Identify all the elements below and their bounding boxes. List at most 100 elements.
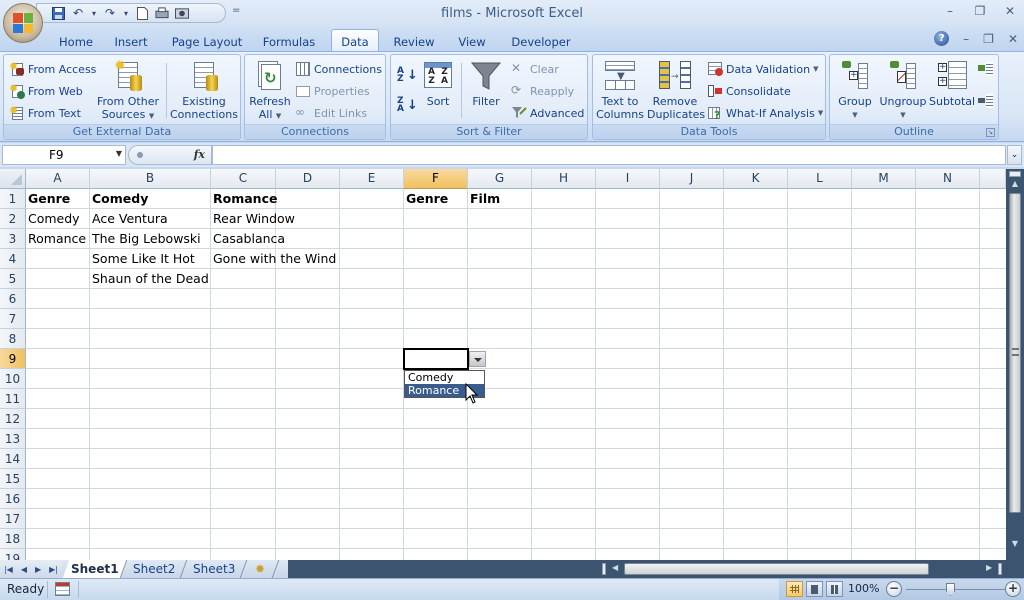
- scroll-up-icon[interactable]: ▲: [1008, 179, 1022, 191]
- sheet-tab-sheet1[interactable]: Sheet1: [62, 560, 128, 578]
- properties-button[interactable]: Properties: [295, 81, 370, 101]
- row-header-12[interactable]: 12: [0, 409, 26, 429]
- zoom-slider-track[interactable]: [906, 589, 1006, 590]
- cell-a2[interactable]: Comedy: [26, 209, 80, 229]
- previous-sheet-icon[interactable]: ◀: [21, 565, 27, 574]
- row-header-8[interactable]: 8: [0, 329, 26, 349]
- cell-b5[interactable]: Shaun of the Dead: [90, 269, 209, 289]
- refresh-all-button[interactable]: ↻ Refresh All ▼: [249, 59, 291, 122]
- record-macro-icon[interactable]: [55, 582, 70, 596]
- row-header-15[interactable]: 15: [0, 469, 26, 489]
- validation-dropdown-button[interactable]: [469, 351, 486, 367]
- cell-b4[interactable]: Some Like It Hot: [90, 249, 195, 269]
- column-header-a[interactable]: A: [26, 169, 90, 189]
- scroll-left-icon[interactable]: ◀: [612, 563, 618, 572]
- row-header-4[interactable]: 4: [0, 249, 26, 269]
- page-break-preview-button[interactable]: [826, 581, 843, 597]
- show-detail-button[interactable]: [978, 59, 994, 79]
- vertical-scroll-thumb[interactable]: [1009, 193, 1021, 513]
- sort-z-to-a-button[interactable]: Z A ↓: [397, 95, 418, 115]
- tab-page-layout[interactable]: Page Layout: [166, 32, 248, 52]
- row-header-11[interactable]: 11: [0, 389, 26, 409]
- row-header-3[interactable]: 3: [0, 229, 26, 249]
- cell-f1[interactable]: Genre: [404, 189, 448, 209]
- tab-developer[interactable]: Developer: [504, 32, 578, 52]
- page-layout-view-button[interactable]: [806, 581, 823, 597]
- restore-button[interactable]: ❐: [972, 4, 988, 18]
- column-header-k[interactable]: K: [724, 169, 788, 189]
- active-cell[interactable]: [403, 348, 469, 370]
- sheet-tab-sheet3[interactable]: Sheet3: [182, 560, 248, 578]
- row-header-13[interactable]: 13: [0, 429, 26, 449]
- sort-button[interactable]: AZZA Sort: [421, 59, 455, 109]
- row-header-1[interactable]: 1: [0, 189, 26, 209]
- column-header-c[interactable]: C: [211, 169, 276, 189]
- tab-review[interactable]: Review: [388, 32, 440, 52]
- column-header-g[interactable]: G: [468, 169, 532, 189]
- consolidate-button[interactable]: Consolidate: [707, 81, 791, 101]
- column-header-f[interactable]: F: [404, 169, 468, 189]
- help-icon[interactable]: ?: [934, 31, 950, 46]
- cell-b2[interactable]: Ace Ventura: [90, 209, 168, 229]
- normal-view-button[interactable]: [786, 581, 803, 597]
- sheet-tab-sheet2[interactable]: Sheet2: [122, 560, 188, 578]
- row-header-14[interactable]: 14: [0, 449, 26, 469]
- chevron-down-icon[interactable]: ▼: [116, 149, 122, 158]
- scroll-right-icon[interactable]: ▶: [986, 563, 992, 572]
- filter-button[interactable]: Filter: [467, 59, 505, 109]
- what-if-analysis-button[interactable]: ? What-If Analysis ▼: [707, 103, 823, 123]
- horizontal-scrollbar[interactable]: ◀ ▶: [598, 562, 1006, 576]
- dialog-launcher-icon[interactable]: ↘: [986, 128, 995, 137]
- row-header-10[interactable]: 10: [0, 369, 26, 389]
- resize-handle-icon[interactable]: [137, 152, 143, 158]
- data-validation-button[interactable]: Data Validation ▼: [707, 59, 818, 79]
- tab-data[interactable]: Data: [331, 29, 379, 53]
- column-header-i[interactable]: I: [596, 169, 660, 189]
- row-header-19[interactable]: 19: [0, 549, 26, 560]
- row-header-18[interactable]: 18: [0, 529, 26, 549]
- cell-g1[interactable]: Film: [468, 189, 500, 209]
- workbook-restore-button[interactable]: ❐: [983, 32, 994, 46]
- column-header-h[interactable]: H: [532, 169, 596, 189]
- zoom-out-button[interactable]: −: [886, 581, 902, 597]
- from-web-button[interactable]: ✹ From Web: [9, 81, 83, 101]
- column-header-b[interactable]: B: [90, 169, 211, 189]
- tab-home[interactable]: Home: [50, 32, 102, 52]
- insert-function-button[interactable]: fx: [194, 148, 205, 161]
- from-other-sources-button[interactable]: ✹ From Other Sources ▼: [96, 59, 160, 122]
- ungroup-button[interactable]: Ungroup ▼: [878, 59, 928, 121]
- group-button[interactable]: + Group ▼: [833, 59, 877, 121]
- column-header-o[interactable]: [980, 169, 1006, 189]
- minimize-button[interactable]: –: [942, 4, 958, 18]
- select-all-button[interactable]: [0, 169, 26, 189]
- subtotal-button[interactable]: + + Subtotal: [929, 59, 975, 109]
- scroll-down-icon[interactable]: ▼: [1008, 539, 1022, 551]
- horizontal-scroll-thumb[interactable]: [624, 563, 929, 575]
- hide-detail-button[interactable]: [978, 91, 994, 111]
- text-to-columns-button[interactable]: ▼ Text to Columns: [596, 59, 644, 121]
- row-header-16[interactable]: 16: [0, 489, 26, 509]
- row-header-2[interactable]: 2: [0, 209, 26, 229]
- tab-insert[interactable]: Insert: [106, 32, 156, 52]
- remove-duplicates-button[interactable]: → Remove Duplicates: [647, 59, 705, 121]
- zoom-level[interactable]: 100%: [848, 582, 879, 595]
- sort-a-to-z-button[interactable]: A Z ↓: [397, 65, 418, 85]
- column-header-d[interactable]: D: [276, 169, 340, 189]
- split-handle[interactable]: [1009, 171, 1021, 177]
- workbook-minimize-button[interactable]: –: [963, 32, 969, 46]
- reapply-button[interactable]: ⟳ Reapply: [511, 81, 574, 101]
- existing-connections-button[interactable]: Existing Connections: [170, 59, 238, 121]
- column-header-l[interactable]: L: [788, 169, 852, 189]
- column-header-n[interactable]: N: [916, 169, 980, 189]
- edit-links-button[interactable]: ∞ Edit Links: [295, 103, 367, 123]
- last-sheet-icon[interactable]: ▶|: [49, 565, 58, 574]
- first-sheet-icon[interactable]: |◀: [4, 565, 13, 574]
- close-button[interactable]: ✕: [1002, 4, 1018, 18]
- office-button[interactable]: [3, 3, 43, 43]
- column-header-m[interactable]: M: [852, 169, 916, 189]
- from-text-button[interactable]: ✹ From Text: [9, 103, 81, 123]
- tab-view[interactable]: View: [450, 32, 494, 52]
- cell-c4[interactable]: Gone with the Wind: [211, 249, 336, 269]
- row-header-7[interactable]: 7: [0, 309, 26, 329]
- connections-button[interactable]: Connections: [295, 59, 382, 79]
